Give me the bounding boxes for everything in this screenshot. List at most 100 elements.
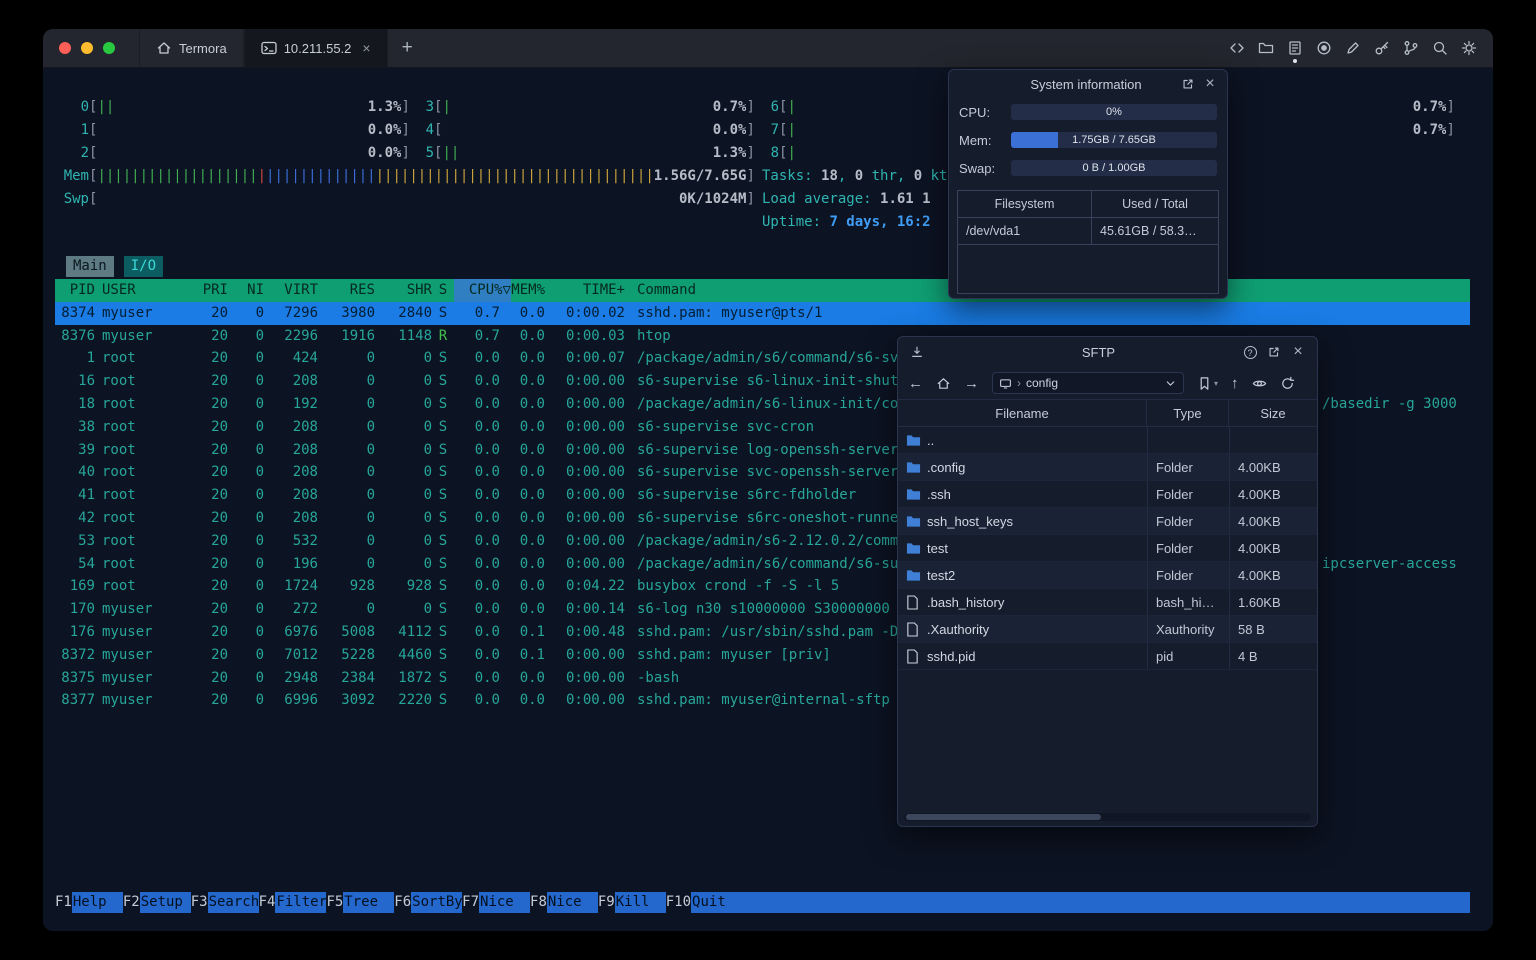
process-table-header[interactable]: PID USER PRI NI VIRT RES SHR S CPU%▽ MEM% TIME+ Com…	[55, 279, 1470, 302]
file-name: test2	[927, 567, 956, 583]
close-icon[interactable]: ×	[1201, 75, 1219, 93]
show-hidden-eye-icon[interactable]	[1252, 376, 1267, 391]
git-branch-icon[interactable]	[1403, 40, 1419, 56]
file-type: bash_hi…	[1147, 589, 1229, 615]
process-cell: 0	[255, 532, 264, 549]
tab-termora-home[interactable]: Termora	[139, 29, 244, 67]
fkey-f9-button[interactable]: Kill	[614, 892, 666, 913]
file-type: pid	[1147, 643, 1229, 669]
size-column-header[interactable]: Size	[1229, 400, 1317, 426]
swap-progress-text: 0 B / 1.00GB	[1082, 162, 1146, 174]
notes-icon[interactable]	[1287, 40, 1303, 63]
process-cell: 532	[292, 532, 318, 549]
search-icon[interactable]	[1432, 40, 1448, 56]
sftp-file-row[interactable]: sshd.pid pid 4 B	[898, 643, 1317, 670]
column-header[interactable]: MEM%	[511, 279, 545, 302]
home-icon[interactable]	[936, 376, 951, 391]
column-header[interactable]: USER	[95, 279, 180, 302]
horizontal-scrollbar-thumb[interactable]	[906, 814, 1101, 820]
fkey-f2-button[interactable]: Setup	[139, 892, 191, 913]
folder-icon	[906, 541, 921, 555]
process-cell: 0:00.00	[565, 395, 625, 412]
sftp-file-row[interactable]: .Xauthority Xauthority 58 B	[898, 616, 1317, 643]
terminal-screen[interactable]: 0[|| 1.3%] 1[0.0%] 2[0.0%] 3[| 0.7%] 4[0.0%] 5[…	[43, 68, 1493, 931]
path-selector[interactable]: › config	[992, 372, 1184, 394]
fkey-f5-button[interactable]: Tree	[343, 892, 395, 913]
htop-tab-main[interactable]: Main	[66, 256, 114, 277]
htop-tab-io[interactable]: I/O	[123, 256, 164, 277]
process-cell: 0	[255, 464, 264, 481]
help-icon[interactable]: ?	[1241, 343, 1259, 361]
sftp-file-row[interactable]: ssh_host_keys Folder 4.00KB	[898, 508, 1317, 535]
process-cell: 169	[69, 578, 95, 595]
column-header[interactable]: RES	[318, 279, 375, 302]
fkey-f4-button[interactable]: Filter	[275, 892, 327, 913]
sftp-file-row[interactable]: .ssh Folder 4.00KB	[898, 481, 1317, 508]
function-bar-filler	[742, 892, 1470, 913]
process-cell: S	[438, 692, 448, 709]
process-cell: 1148	[398, 327, 432, 344]
fkey-f8-button[interactable]: Nice +	[546, 892, 598, 913]
forward-icon[interactable]: →	[964, 375, 979, 392]
sftp-file-row[interactable]: test Folder 4.00KB	[898, 535, 1317, 562]
column-header[interactable]: S	[432, 279, 454, 302]
column-header[interactable]: NI	[228, 279, 264, 302]
fkey-f1-button[interactable]: Help	[71, 892, 123, 913]
file-size: 1.60KB	[1229, 589, 1317, 615]
process-cell: 0.0	[519, 395, 545, 412]
column-header[interactable]: SHR	[375, 279, 432, 302]
column-header[interactable]: PRI	[180, 279, 228, 302]
tab-session[interactable]: 10.211.55.2 ×	[243, 29, 388, 67]
process-cell: S	[438, 487, 448, 504]
open-in-new-window-icon[interactable]	[1265, 343, 1283, 361]
pencil-icon[interactable]	[1345, 40, 1361, 56]
back-icon[interactable]: ←	[908, 375, 923, 392]
bookmark-icon[interactable]: ▾	[1197, 376, 1218, 391]
key-icon[interactable]	[1374, 40, 1390, 56]
process-cell: root	[102, 487, 136, 504]
sftp-file-row[interactable]: .config Folder 4.00KB	[898, 454, 1317, 481]
horizontal-scrollbar[interactable]	[904, 813, 1311, 821]
download-icon[interactable]	[908, 343, 926, 361]
process-cell: 0.0	[519, 555, 545, 572]
sftp-file-row[interactable]: test2 Folder 4.00KB	[898, 562, 1317, 589]
fkey-f3-button[interactable]: Search	[207, 892, 259, 913]
htop-uptime: Uptime: 7 days, 16:2	[762, 214, 931, 230]
refresh-icon[interactable]	[1280, 376, 1295, 391]
sftp-file-list: .. .config Folder 4.00KB .ssh Folder 4.00KB ssh…	[898, 427, 1317, 670]
process-row[interactable]: 8374 myuser 20 0 7296 3980 2840 S 0.7 0.0 0:00.02 s…	[55, 301, 1470, 325]
code-icon[interactable]	[1229, 40, 1245, 56]
filesystem-row[interactable]: /dev/vda1 45.61GB / 58.3…	[958, 218, 1218, 245]
process-cell: 6996	[284, 692, 318, 709]
close-tab-icon[interactable]: ×	[362, 40, 370, 56]
folder-icon[interactable]	[1258, 40, 1274, 56]
fkey-f6-button[interactable]: SortBy	[411, 892, 463, 913]
open-in-new-window-icon[interactable]	[1179, 75, 1197, 93]
process-cell: 20	[211, 441, 228, 458]
process-cell: 192	[292, 395, 318, 412]
column-header[interactable]: TIME+	[545, 279, 625, 302]
file-size: 4.00KB	[1229, 535, 1317, 561]
filename-column-header[interactable]: Filename	[898, 400, 1147, 426]
close-window-button[interactable]	[59, 42, 71, 54]
fkey-f10-button[interactable]: Quit	[691, 892, 743, 913]
filesystem-column-header[interactable]: Filesystem	[958, 191, 1092, 217]
settings-gear-icon[interactable]	[1461, 40, 1477, 56]
process-cell: root	[102, 395, 136, 412]
process-cell: 0.0	[519, 441, 545, 458]
sftp-file-row[interactable]: .bash_history bash_hi… 1.60KB	[898, 589, 1317, 616]
new-tab-button[interactable]: +	[388, 29, 427, 67]
minimize-window-button[interactable]	[81, 42, 93, 54]
used-total-column-header[interactable]: Used / Total	[1092, 191, 1218, 217]
column-header[interactable]: CPU%▽	[454, 279, 511, 302]
sftp-file-row[interactable]: ..	[898, 427, 1317, 454]
type-column-header[interactable]: Type	[1147, 400, 1229, 426]
zoom-window-button[interactable]	[103, 42, 115, 54]
close-icon[interactable]: ×	[1289, 343, 1307, 361]
column-header[interactable]: VIRT	[264, 279, 318, 302]
record-icon[interactable]	[1316, 40, 1332, 56]
fkey-f7-button[interactable]: Nice -	[479, 892, 531, 913]
process-cell: 176	[69, 623, 95, 640]
up-directory-icon[interactable]: ↑	[1231, 375, 1239, 392]
column-header[interactable]: PID	[55, 279, 95, 302]
